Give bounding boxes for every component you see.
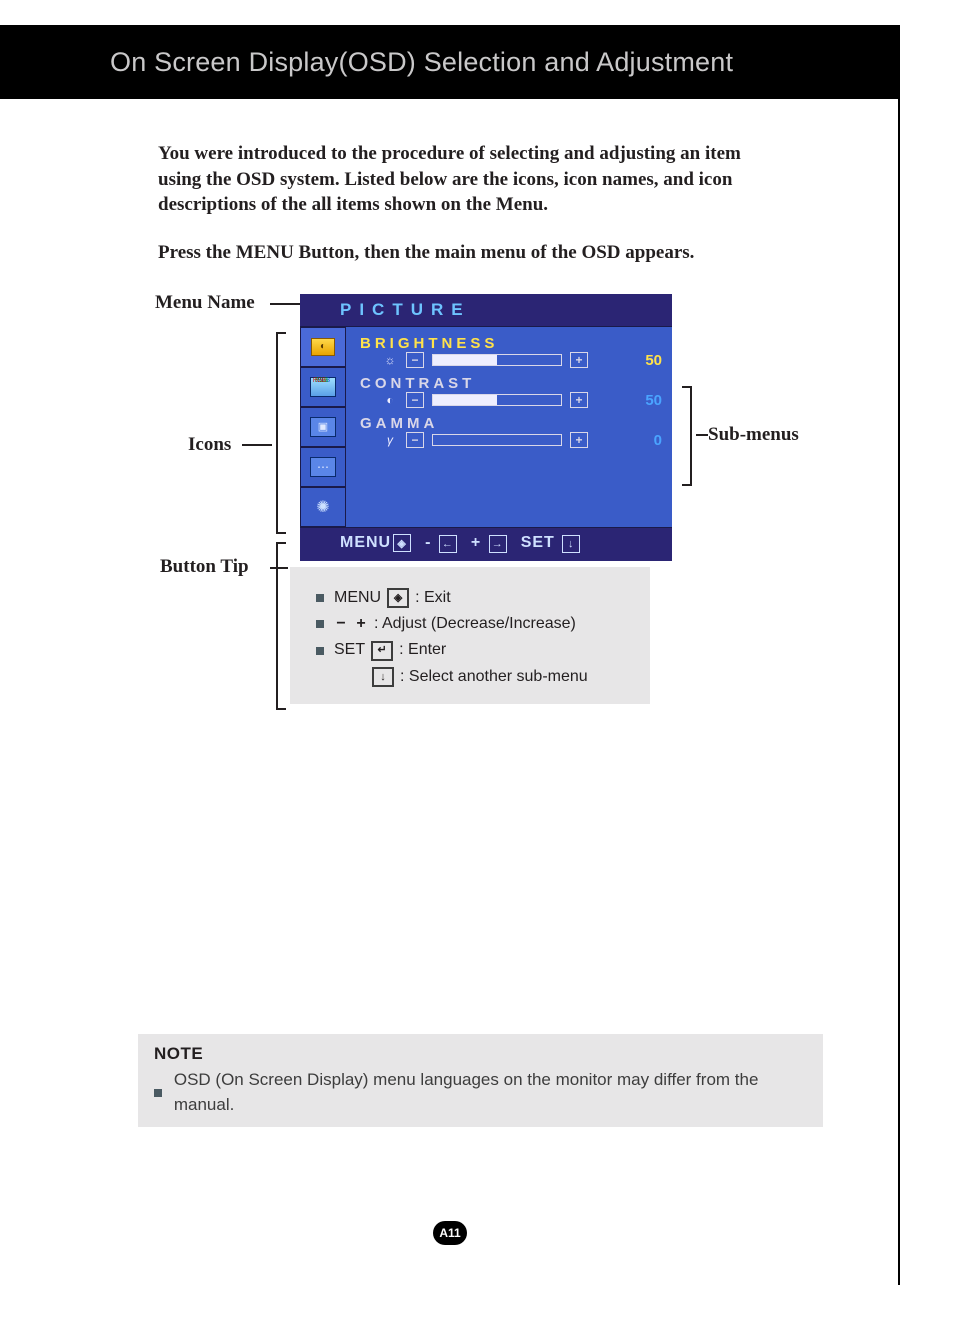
footer-minus: - ←: [425, 534, 457, 553]
submenu-value: 0: [628, 432, 662, 449]
page-title: On Screen Display(OSD) Selection and Adj…: [110, 47, 733, 78]
intro-block: You were introduced to the procedure of …: [158, 141, 778, 266]
bullet-icon: [316, 647, 324, 655]
slider-bar[interactable]: [432, 394, 562, 406]
osd-icon-screen[interactable]: [300, 407, 346, 447]
gear-icon: [312, 496, 334, 518]
bracket-buttontip: [276, 542, 286, 710]
button-tip-box: MENU ◈ : Exit − + : Adjust (Decrease/Inc…: [290, 567, 650, 705]
note-title: NOTE: [154, 1042, 811, 1067]
arrow-right-icon: →: [489, 535, 507, 553]
submenu-contrast[interactable]: CONTRAST ◐ − + 50: [360, 375, 662, 409]
submenu-value: 50: [628, 392, 662, 409]
slider-bar[interactable]: [432, 354, 562, 366]
minus-icon: −: [406, 432, 424, 448]
settings-icon: [310, 457, 336, 477]
osd-icon-setup[interactable]: [300, 487, 346, 527]
leader-line: [270, 303, 300, 305]
page-header: On Screen Display(OSD) Selection and Adj…: [0, 25, 898, 99]
intro-p1: You were introduced to the procedure of …: [158, 141, 778, 218]
slider-bar[interactable]: [432, 434, 562, 446]
plus-icon: +: [354, 611, 368, 637]
tip-row: SET ↵ : Enter: [316, 637, 636, 663]
note-body: OSD (On Screen Display) menu languages o…: [174, 1068, 811, 1117]
submenu-brightness[interactable]: BRIGHTNESS ☼ − + 50: [360, 335, 662, 369]
contrast-icon: ◐: [382, 393, 398, 407]
bullet-icon: [154, 1089, 162, 1097]
plus-icon: +: [570, 432, 588, 448]
tip-row: ↓ : Select another sub-menu: [316, 664, 636, 690]
osd-submenu-pane: BRIGHTNESS ☼ − + 50 CONTRAST ◐: [346, 327, 672, 527]
gamma-icon: γ: [382, 433, 398, 447]
minus-icon: −: [406, 352, 424, 368]
osd-icon-color[interactable]: [300, 367, 346, 407]
callout-menu-name: Menu Name: [155, 292, 255, 314]
leader-line: [242, 444, 272, 446]
tip-menu-desc: : Exit: [415, 585, 451, 611]
bullet-icon: [316, 594, 324, 602]
footer-plus: + →: [471, 534, 507, 553]
osd-menu-title: PICTURE: [300, 294, 672, 326]
intro-p2: Press the MENU Button, then the main men…: [158, 240, 778, 266]
corner-tick: [858, 25, 860, 47]
callout-icons: Icons: [188, 434, 231, 456]
plus-icon: +: [570, 392, 588, 408]
tip-row: MENU ◈ : Exit: [316, 585, 636, 611]
osd-icon-picture[interactable]: [300, 327, 346, 367]
callout-button-tip: Button Tip: [160, 556, 249, 578]
osd-icon-misc[interactable]: [300, 447, 346, 487]
submenu-label: BRIGHTNESS: [360, 335, 662, 352]
brightness-icon: ☼: [382, 353, 398, 367]
submenu-label: CONTRAST: [360, 375, 662, 392]
tip-set-label: SET: [334, 637, 365, 663]
footer-menu-label: MENU◈: [340, 534, 411, 553]
tip-row: − + : Adjust (Decrease/Increase): [316, 611, 636, 637]
tip-adjust-desc: : Adjust (Decrease/Increase): [374, 611, 576, 637]
arrow-down-icon: ↓: [562, 535, 580, 553]
osd-diagram: Menu Name Icons Sub-menus Button Tip PIC…: [0, 294, 898, 734]
tip-menu-label: MENU: [334, 585, 381, 611]
arrow-left-icon: ←: [439, 535, 457, 553]
sun-icon: [311, 338, 335, 356]
page-number: A11: [433, 1221, 467, 1245]
enter-icon: ↵: [371, 641, 393, 661]
osd-button-bar: MENU◈ - ← + → SET ↓: [300, 528, 672, 561]
footer-set-label: SET ↓: [521, 534, 581, 553]
rgb-icon: [310, 377, 336, 397]
nav-diamond-icon: ◈: [387, 588, 409, 608]
osd-window: PICTURE BRIGHTNESS ☼ −: [300, 294, 672, 561]
submenu-value: 50: [628, 352, 662, 369]
tip-down-desc: : Select another sub-menu: [400, 664, 588, 690]
minus-icon: −: [406, 392, 424, 408]
page-footer: A11: [0, 1221, 900, 1245]
plus-icon: +: [570, 352, 588, 368]
submenu-gamma[interactable]: GAMMA γ − + 0: [360, 415, 662, 449]
minus-icon: −: [334, 611, 348, 637]
note-box: NOTE OSD (On Screen Display) menu langua…: [138, 1034, 823, 1128]
submenu-label: GAMMA: [360, 415, 662, 432]
arrow-down-icon: ↓: [372, 667, 394, 687]
nav-diamond-icon: ◈: [393, 534, 411, 552]
bracket-submenus: [682, 386, 692, 486]
leader-line: [696, 434, 708, 436]
bullet-icon: [316, 620, 324, 628]
callout-submenus: Sub-menus: [708, 424, 799, 446]
bracket-icons: [276, 332, 286, 534]
monitor-icon: [310, 417, 336, 437]
osd-icon-column: [300, 327, 346, 527]
tip-set-desc: : Enter: [399, 637, 446, 663]
